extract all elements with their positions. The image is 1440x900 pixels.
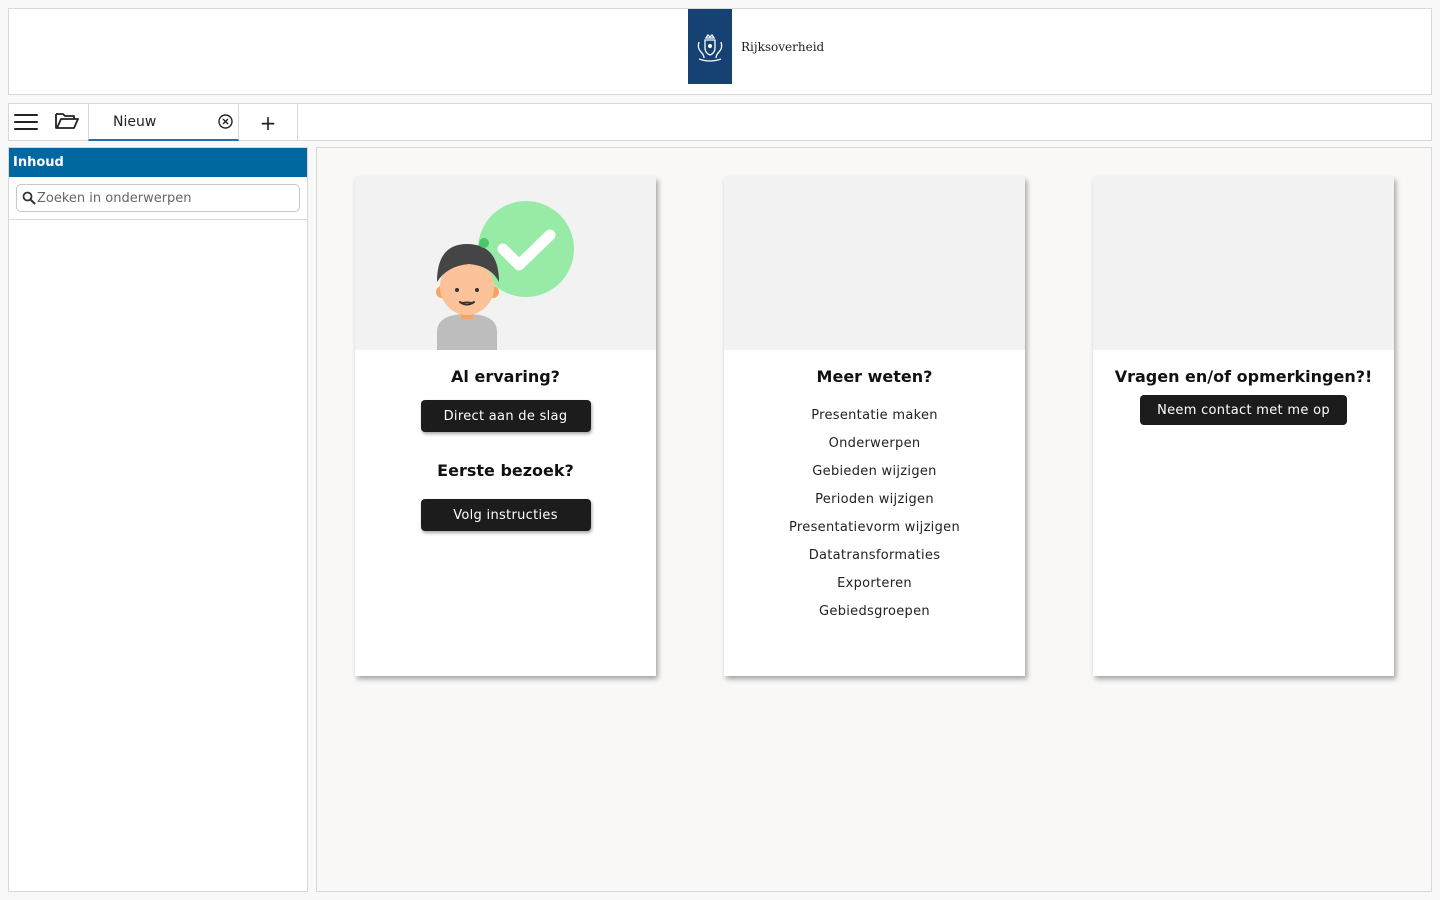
help-link[interactable]: Gebieden wijzigen: [724, 458, 1025, 486]
more-info-card: Meer weten? Presentatie maken Onderwerpe…: [724, 177, 1025, 676]
search-input[interactable]: [37, 188, 295, 208]
experience-heading: Al ervaring?: [451, 367, 560, 386]
search-box: [16, 184, 300, 212]
search-icon: [22, 191, 36, 205]
close-tab-icon[interactable]: [217, 113, 234, 130]
first-visit-heading: Eerste bezoek?: [437, 461, 574, 480]
experience-card: Al ervaring? Direct aan de slag Eerste b…: [355, 177, 656, 676]
help-link[interactable]: Perioden wijzigen: [724, 486, 1025, 514]
help-link[interactable]: Onderwerpen: [724, 430, 1025, 458]
sidebar: Inhoud: [8, 147, 308, 892]
tab-bar: Nieuw +: [8, 103, 1432, 141]
help-links: Presentatie maken Onderwerpen Gebieden w…: [724, 402, 1025, 626]
card-illustration: [355, 177, 656, 350]
contact-card: Vragen en/of opmerkingen?! Neem contact …: [1093, 177, 1394, 676]
contact-button[interactable]: Neem contact met me op: [1140, 395, 1347, 425]
sidebar-title: Inhoud: [9, 148, 307, 177]
help-link[interactable]: Exporteren: [724, 570, 1025, 598]
more-info-heading: Meer weten?: [816, 367, 933, 386]
card-image-placeholder: [1093, 177, 1394, 350]
help-link[interactable]: Presentatie maken: [724, 402, 1025, 430]
tab-label: Nieuw: [113, 114, 157, 130]
rijksoverheid-logo[interactable]: [688, 9, 732, 84]
coat-of-arms-icon: [697, 33, 723, 62]
sidebar-divider: [9, 219, 307, 220]
start-button[interactable]: Direct aan de slag: [420, 400, 591, 432]
help-link[interactable]: Gebiedsgroepen: [724, 598, 1025, 626]
main-content: Al ervaring? Direct aan de slag Eerste b…: [316, 147, 1432, 892]
tab-nieuw[interactable]: Nieuw: [88, 104, 239, 141]
brand-name: Rijksoverheid: [741, 40, 825, 54]
card-image-placeholder: [724, 177, 1025, 350]
menu-icon[interactable]: [14, 111, 38, 133]
contact-heading: Vragen en/of opmerkingen?!: [1114, 367, 1373, 386]
help-link[interactable]: Datatransformaties: [724, 542, 1025, 570]
folder-open-icon[interactable]: [54, 110, 82, 134]
add-tab-button[interactable]: +: [239, 104, 298, 141]
person-checkmark-illustration: [436, 201, 574, 350]
instructions-button[interactable]: Volg instructies: [420, 499, 591, 531]
site-header: Rijksoverheid: [8, 8, 1432, 95]
help-link[interactable]: Presentatievorm wijzigen: [724, 514, 1025, 542]
